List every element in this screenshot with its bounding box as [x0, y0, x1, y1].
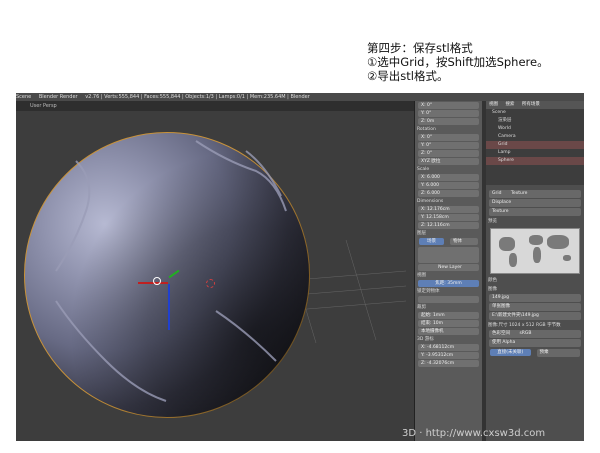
- local-layer-button[interactable]: 物体: [450, 238, 478, 245]
- texture-context-tabs: Grid Texture: [489, 190, 581, 198]
- instruction-caption: 第四步：保存stl格式 ①选中Grid，按Shift加选Sphere。 ②导出s…: [367, 41, 597, 83]
- colors-label: 颜色: [488, 278, 497, 283]
- local-camera-field[interactable]: 本地摄像机: [418, 328, 479, 335]
- clip-start-field[interactable]: 起始: 1mm: [418, 312, 479, 319]
- scene-layer-button[interactable]: 场景: [419, 238, 444, 245]
- scale-label: Scale: [417, 167, 430, 172]
- right-panel: 视图 搜索 所有场景 Scene 渲染层 World Camera Grid L…: [486, 101, 584, 441]
- lens-field[interactable]: 焦距: 35mm: [418, 280, 479, 287]
- layer-list[interactable]: [418, 247, 479, 263]
- cursor-z-field[interactable]: Z: -4.32076cm: [418, 360, 479, 367]
- prop-row[interactable]: Y: 0°: [418, 142, 479, 149]
- prop-row[interactable]: Z: 12.116cm: [418, 222, 479, 229]
- outliner-tab-all-scenes[interactable]: 所有场景: [522, 102, 540, 107]
- texture-select[interactable]: Texture: [489, 208, 581, 216]
- dimensions-label: Dimensions: [417, 199, 444, 204]
- cursor-x-field[interactable]: X: -4.68112cm: [418, 344, 479, 351]
- blender-window: Scene Blender Render v2.76 | Verts:555,8…: [16, 93, 584, 441]
- 3d-cursor: [206, 279, 215, 288]
- z-axis-gizmo[interactable]: [168, 284, 170, 330]
- caption-line-2: ①选中Grid，按Shift加选Sphere。: [367, 55, 549, 69]
- caption-line-3: ②导出stl格式。: [367, 69, 449, 83]
- use-alpha-checkbox[interactable]: 使用 Alpha: [489, 339, 581, 347]
- prop-row[interactable]: X: 0°: [418, 134, 479, 141]
- 3d-viewport[interactable]: User Persp: [16, 101, 414, 441]
- image-info: 图像:尺寸 1024 x 512 RGB 字节数: [488, 323, 561, 328]
- lock-object-field[interactable]: [418, 296, 479, 303]
- texture-properties: Grid Texture Displace Texture 预览 颜色 图像 1…: [486, 189, 584, 441]
- outliner-header: 视图 搜索 所有场景: [486, 101, 584, 109]
- caption-line-1: 第四步：保存stl格式: [367, 41, 473, 55]
- outliner-tab-view[interactable]: 视图: [489, 102, 498, 107]
- info-header: Scene Blender Render v2.76 | Verts:555,8…: [16, 93, 584, 101]
- scene-selector[interactable]: Scene: [16, 93, 31, 101]
- outliner: 视图 搜索 所有场景 Scene 渲染层 World Camera Grid L…: [486, 101, 584, 185]
- watermark-text: 3D · http://www.cxsw3d.com: [402, 428, 546, 439]
- prop-row[interactable]: X: 12.176cm: [418, 206, 479, 213]
- image-source-select[interactable]: 单张图像: [489, 303, 581, 311]
- color-space-label: 色彩空间: [492, 331, 510, 336]
- outliner-item-camera[interactable]: Camera: [486, 133, 584, 141]
- prop-row[interactable]: Y: 6.000: [418, 182, 479, 189]
- rotation-mode-select[interactable]: XYZ 欧拉: [418, 158, 479, 165]
- preview-label: 预览: [488, 219, 497, 224]
- tab-grid[interactable]: Grid: [492, 191, 501, 196]
- outliner-item-sphere[interactable]: Sphere: [486, 157, 584, 165]
- straight-alpha-button[interactable]: 直接(未关联): [490, 349, 531, 356]
- image-label: 图像: [488, 287, 497, 292]
- displaced-coastline: [55, 140, 287, 402]
- properties-shelf: X: 0° Y: 0° Z: 0m Rotation X: 0° Y: 0° Z…: [414, 101, 482, 441]
- lock-label: 锁定到物体: [417, 289, 440, 294]
- image-file-field[interactable]: 149.jpg: [489, 294, 581, 302]
- clip-label: 裁剪: [417, 305, 426, 310]
- rotation-label: Rotation: [417, 127, 436, 132]
- outliner-item-world[interactable]: World: [486, 125, 584, 133]
- prop-row[interactable]: Z: 6.000: [418, 190, 479, 197]
- tab-texture[interactable]: Texture: [511, 191, 527, 196]
- color-space-value: sRGB: [519, 331, 532, 336]
- outliner-item-lamp[interactable]: Lamp: [486, 149, 584, 157]
- outliner-item-scene[interactable]: Scene: [486, 109, 584, 117]
- outliner-item-grid[interactable]: Grid: [486, 141, 584, 149]
- render-engine-selector[interactable]: Blender Render: [39, 93, 78, 101]
- texture-preview: [490, 228, 580, 274]
- object-origin: [153, 277, 161, 285]
- stats-text: v2.76 | Verts:555,844 | Faces:555,844 | …: [85, 94, 310, 100]
- outliner-tab-search[interactable]: 搜索: [505, 102, 514, 107]
- new-layer-button[interactable]: New Layer: [418, 264, 479, 271]
- outliner-item-renderlayers[interactable]: 渲染层: [486, 117, 584, 125]
- prop-row[interactable]: X: 6.000: [418, 174, 479, 181]
- premultiplied-alpha-button[interactable]: 预乘: [536, 349, 580, 357]
- cursor-y-field[interactable]: Y: -3.95312cm: [418, 352, 479, 359]
- modifier-select[interactable]: Displace: [489, 199, 581, 207]
- color-space-select[interactable]: 色彩空间 sRGB: [489, 330, 581, 338]
- clip-end-field[interactable]: 结束: 10m: [418, 320, 479, 327]
- prop-row[interactable]: X: 0°: [418, 102, 479, 109]
- prop-row[interactable]: Y: 12.158cm: [418, 214, 479, 221]
- view-label: 视图: [417, 273, 426, 278]
- image-path-field[interactable]: E:\新建文件夹\149.jpg: [489, 312, 581, 320]
- prop-row[interactable]: Y: 0°: [418, 110, 479, 117]
- cursor-label: 3D 游标: [417, 337, 434, 342]
- prop-row[interactable]: Z: 0°: [418, 150, 479, 157]
- prop-row[interactable]: Z: 0m: [418, 118, 479, 125]
